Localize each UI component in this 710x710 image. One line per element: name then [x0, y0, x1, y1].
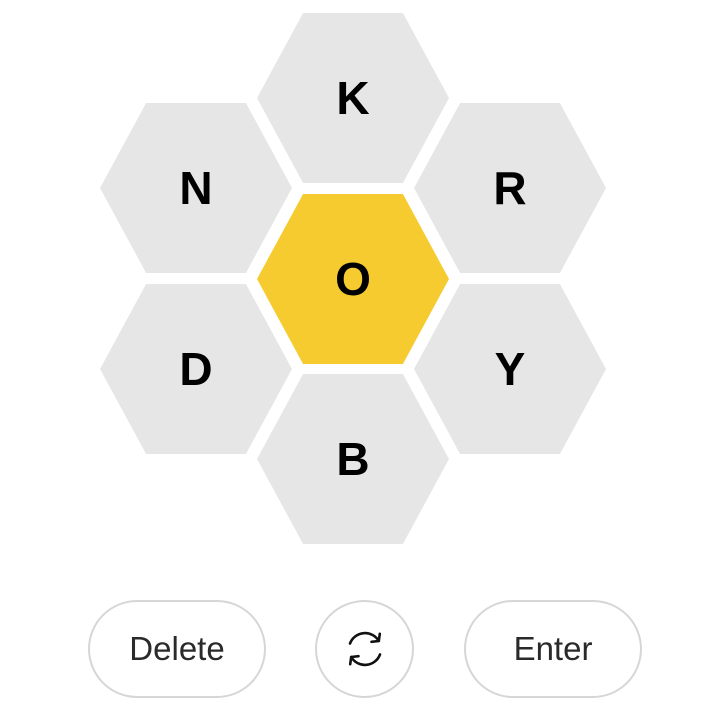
shuffle-icon	[348, 631, 381, 667]
hive-cell-bottom[interactable]: B	[257, 374, 449, 544]
shuffle-button[interactable]	[315, 600, 414, 698]
honeycomb: K N R O D Y B	[0, 0, 710, 560]
hive-letter: B	[336, 433, 370, 485]
enter-button[interactable]: Enter	[464, 600, 642, 698]
controls-bar: Delete Enter	[0, 600, 710, 700]
delete-button[interactable]: Delete	[88, 600, 266, 698]
